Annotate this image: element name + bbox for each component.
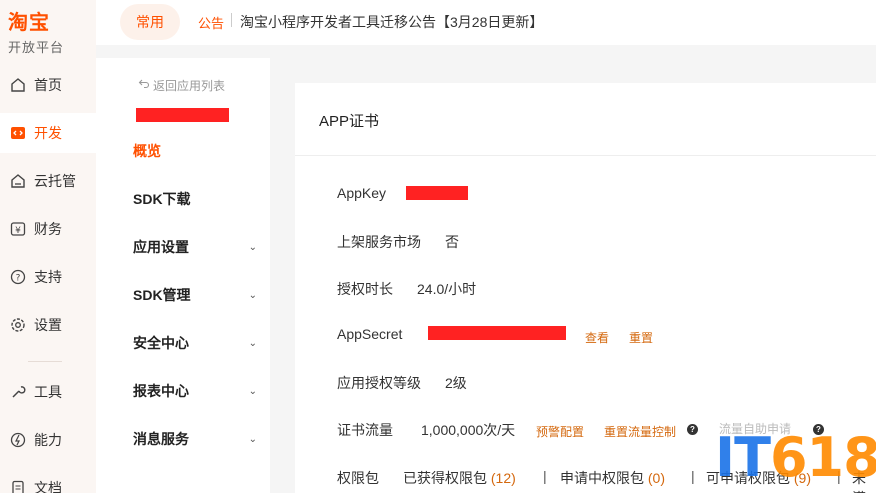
notice-link[interactable]: 淘宝小程序开发者工具迁移公告【3月28日更新】 xyxy=(240,12,543,32)
subnav-report-center[interactable]: 报表中心 ⌄ xyxy=(133,381,257,401)
rail-item-label: 设置 xyxy=(34,317,62,333)
market-value: 否 xyxy=(445,234,459,250)
help-icon[interactable]: ? xyxy=(687,424,698,435)
subnav-app-settings[interactable]: 应用设置 ⌄ xyxy=(133,237,257,257)
duration-value: 24.0/小时 xyxy=(417,281,477,297)
notice-divider xyxy=(231,13,232,27)
redacted-appkey xyxy=(406,186,468,200)
rail-item-label: 财务 xyxy=(34,221,62,237)
perm-obtained-count: (12) xyxy=(490,470,516,486)
perm-obtained-label: 已获得权限包 xyxy=(403,470,487,486)
document-icon xyxy=(9,479,27,493)
chevron-down-icon: ⌄ xyxy=(248,433,257,445)
chevron-down-icon: ⌄ xyxy=(248,289,257,301)
rail-item-cloud-hosting[interactable]: 云托管 xyxy=(0,161,96,201)
rail-item-label: 云托管 xyxy=(34,173,76,189)
flow-label: 证书流量 xyxy=(337,422,393,438)
view-secret-link[interactable]: 查看 xyxy=(585,329,609,346)
back-arrow-icon xyxy=(138,78,150,93)
perm-applying-label: 申请中权限包 xyxy=(560,470,644,486)
subnav-message-service[interactable]: 消息服务 ⌄ xyxy=(133,429,257,449)
subnav-label: 报表中心 xyxy=(133,383,189,399)
reset-flow-control-link[interactable]: 重置流量控制 xyxy=(604,423,676,440)
logo-subtitle: 开放平台 xyxy=(8,40,65,55)
rail-item-develop[interactable]: 开发 xyxy=(0,113,96,153)
watermark-number: 618 xyxy=(769,426,876,489)
tab-common[interactable]: 常用 xyxy=(120,4,180,40)
market-label: 上架服务市场 xyxy=(337,234,421,250)
panel-divider xyxy=(295,155,876,156)
redacted-app-name xyxy=(136,108,229,122)
auth-level-label: 应用授权等级 xyxy=(337,375,421,391)
rail-item-label: 开发 xyxy=(34,125,62,141)
subnav-sdk-management[interactable]: SDK管理 ⌄ xyxy=(133,285,257,305)
main-nav-rail: 淘宝 开放平台 首页 开发 云托管 ¥ 财务 ? 支持 设置 工具 能力 文档 xyxy=(0,0,96,493)
chevron-down-icon: ⌄ xyxy=(248,337,257,349)
redacted-appsecret xyxy=(428,326,566,340)
svg-text:¥: ¥ xyxy=(15,226,21,236)
yen-icon: ¥ xyxy=(9,220,27,238)
perm-applying-count: (0) xyxy=(647,470,666,486)
rail-item-support[interactable]: ? 支持 xyxy=(0,257,96,297)
app-sidebar: 返回应用列表 概览 SDK下载 应用设置 ⌄ SDK管理 ⌄ 安全中心 ⌄ 报表… xyxy=(96,58,270,493)
subnav-security-center[interactable]: 安全中心 ⌄ xyxy=(133,333,257,353)
rail-item-label: 支持 xyxy=(34,269,62,285)
code-icon xyxy=(9,124,27,142)
flow-value: 1,000,000次/天 xyxy=(421,422,516,438)
separator: | xyxy=(691,468,695,484)
perm-obtained-link[interactable]: 已获得权限包 (12) xyxy=(403,468,516,488)
chevron-down-icon: ⌄ xyxy=(248,385,257,397)
wrench-icon xyxy=(9,383,27,401)
subnav-label: 应用设置 xyxy=(133,239,189,255)
taobao-open-platform-logo[interactable]: 淘宝 开放平台 xyxy=(8,6,64,56)
appsecret-label: AppSecret xyxy=(337,326,403,342)
separator: | xyxy=(543,468,547,484)
subnav-label: 消息服务 xyxy=(133,431,189,447)
logo-title: 淘宝 xyxy=(8,12,50,34)
auth-level-value: 2级 xyxy=(445,375,467,391)
alert-config-link[interactable]: 预警配置 xyxy=(536,423,584,440)
rail-item-tools[interactable]: 工具 xyxy=(0,372,96,412)
cloud-icon xyxy=(9,172,27,190)
ability-icon xyxy=(9,431,27,449)
svg-text:?: ? xyxy=(16,274,21,284)
top-header: 常用 公告 淘宝小程序开发者工具迁移公告【3月28日更新】 xyxy=(96,0,876,45)
rail-item-home[interactable]: 首页 xyxy=(0,65,96,105)
appkey-label: AppKey xyxy=(337,185,387,201)
rail-divider xyxy=(28,361,62,362)
subnav-sdk-download[interactable]: SDK下载 xyxy=(133,189,257,209)
rail-item-abilities[interactable]: 能力 xyxy=(0,420,96,460)
gear-icon xyxy=(9,316,27,334)
rail-item-label: 文档 xyxy=(34,480,62,493)
rail-item-label: 工具 xyxy=(34,384,62,400)
help-icon: ? xyxy=(9,268,27,286)
back-link-label: 返回应用列表 xyxy=(153,79,226,93)
subnav-label: 安全中心 xyxy=(133,335,189,351)
subnav-label: SDK管理 xyxy=(133,287,191,303)
it618-watermark-logo: IT618 xyxy=(715,426,876,489)
subnav-overview[interactable]: 概览 xyxy=(133,141,257,161)
watermark-it: IT xyxy=(715,426,771,489)
rail-item-docs[interactable]: 文档 xyxy=(0,468,96,493)
chevron-down-icon: ⌄ xyxy=(248,241,257,253)
notice-tag: 公告 xyxy=(198,16,225,31)
subnav-label: 概览 xyxy=(133,143,161,159)
rail-item-settings[interactable]: 设置 xyxy=(0,305,96,345)
rail-item-finance[interactable]: ¥ 财务 xyxy=(0,209,96,249)
home-icon xyxy=(9,76,27,94)
duration-label: 授权时长 xyxy=(337,281,393,297)
rail-item-label: 能力 xyxy=(34,432,62,448)
perm-applying-link[interactable]: 申请中权限包 (0) xyxy=(560,468,665,488)
panel-title: APP证书 xyxy=(319,113,380,130)
subnav-label: SDK下载 xyxy=(133,191,191,207)
back-to-app-list-link[interactable]: 返回应用列表 xyxy=(138,77,225,94)
permission-label: 权限包 xyxy=(337,470,379,486)
rail-item-label: 首页 xyxy=(34,77,62,93)
reset-secret-link[interactable]: 重置 xyxy=(629,329,653,346)
